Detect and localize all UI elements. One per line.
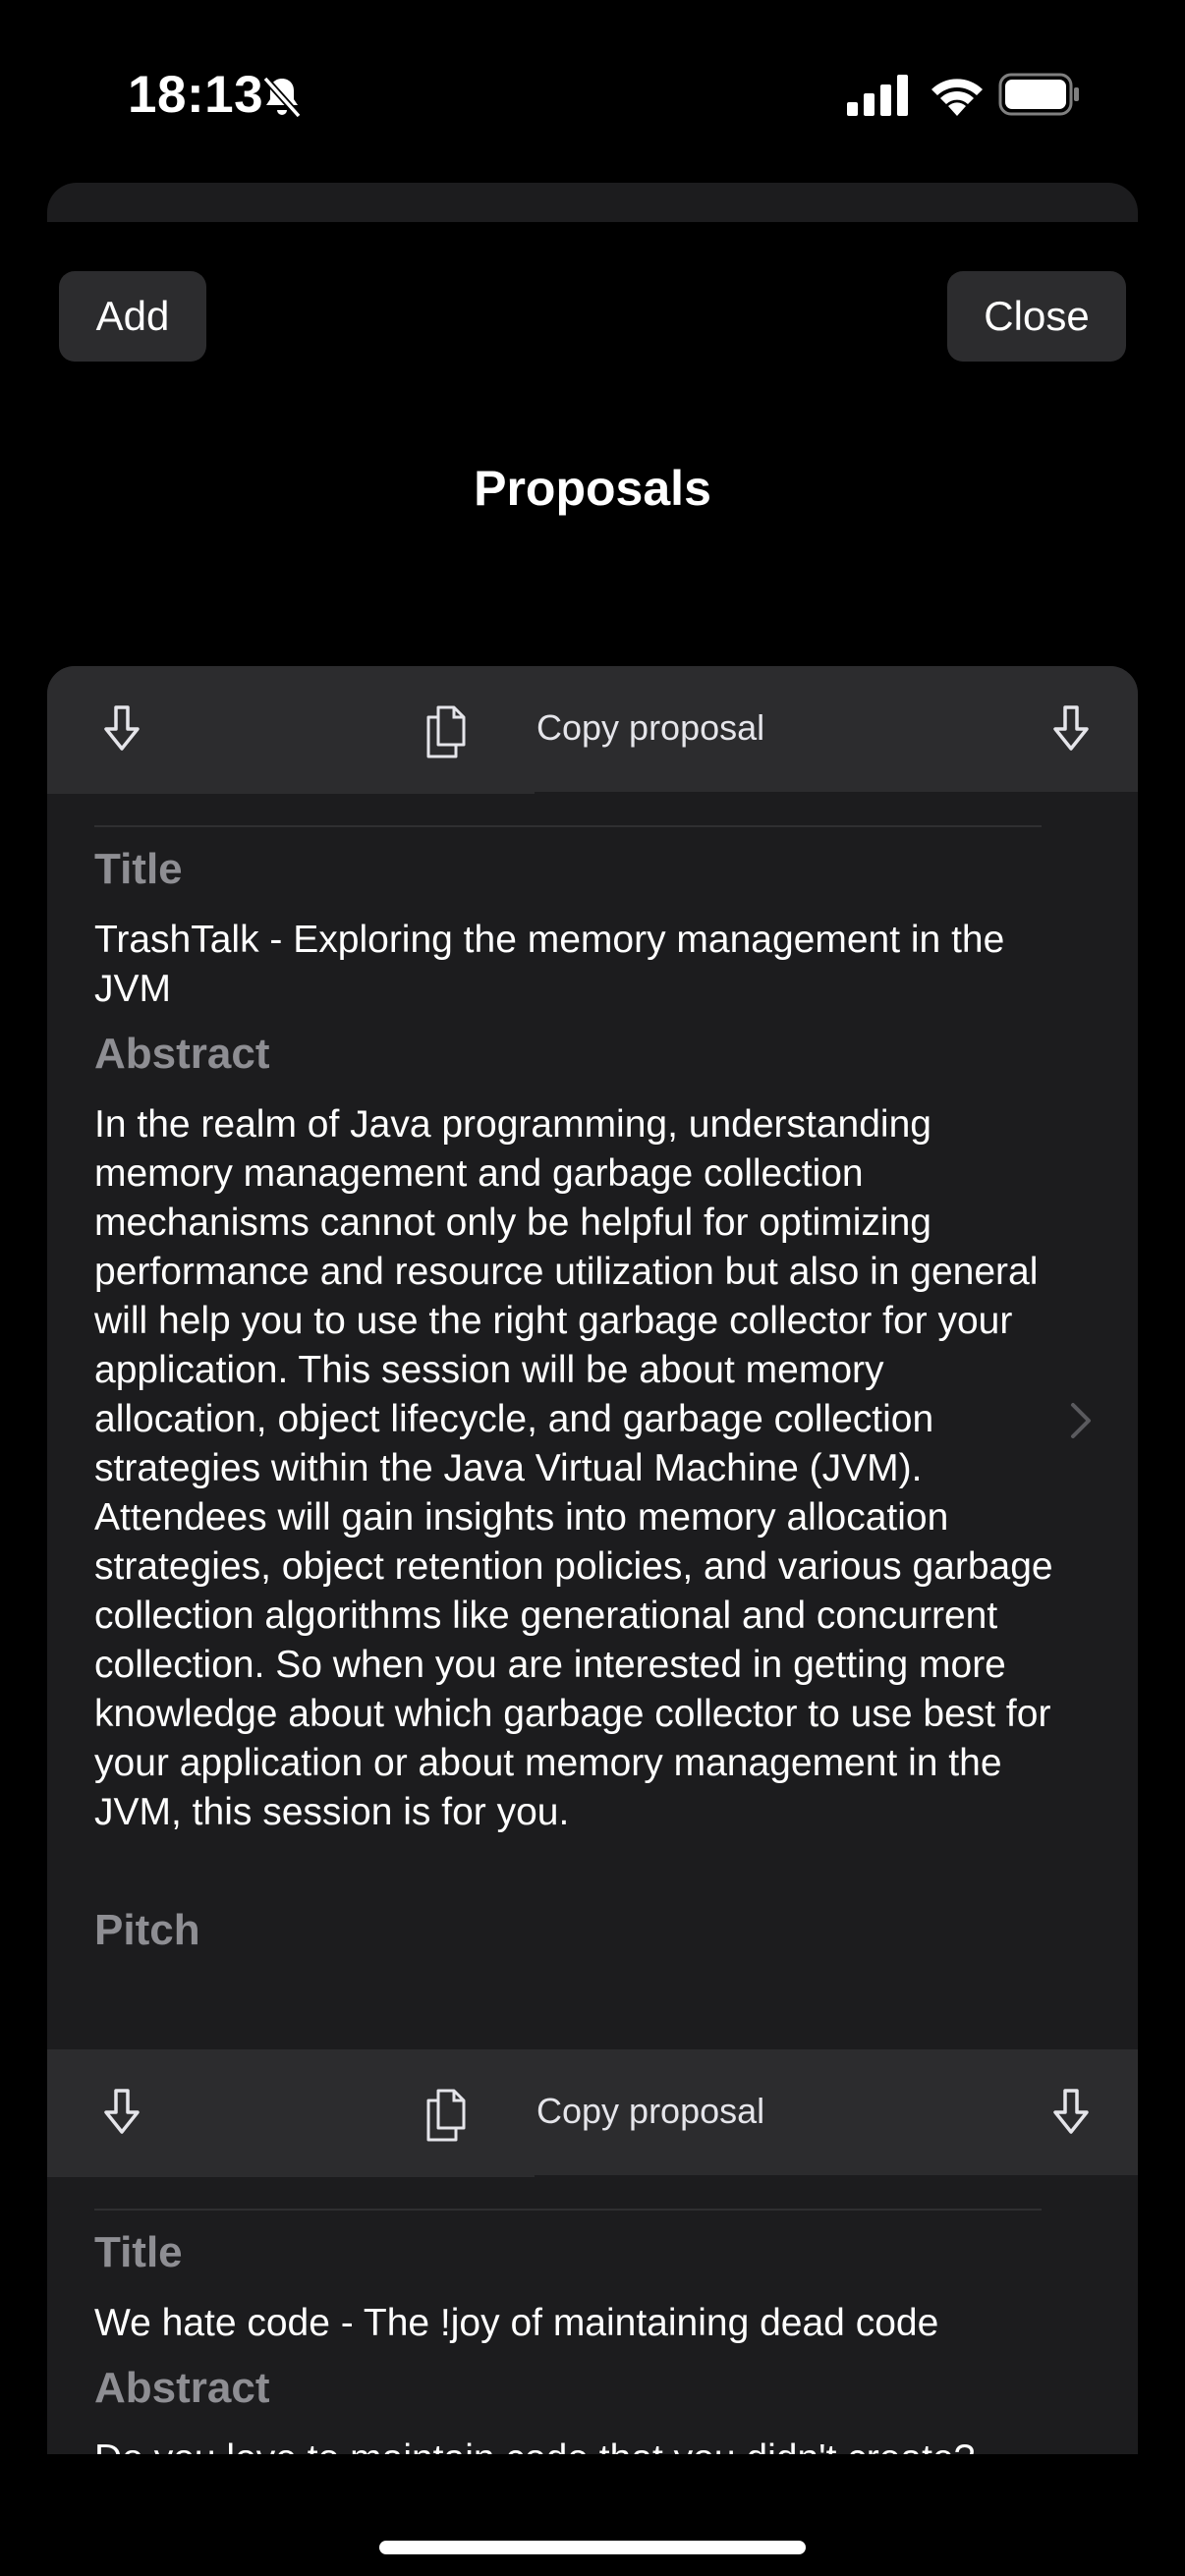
copy-proposal-button[interactable]: Copy proposal	[536, 707, 764, 749]
toolbar-divider	[535, 792, 1138, 794]
proposal-toolbar: Copy proposal	[47, 666, 1138, 794]
abstract-label: Abstract	[94, 2364, 270, 2412]
chevron-right-icon[interactable]	[1069, 1401, 1093, 1440]
toolbar-divider	[535, 2175, 1138, 2177]
close-button[interactable]: Close	[947, 271, 1126, 362]
proposal-title: We hate code - The !joy of maintaining d…	[94, 2302, 939, 2344]
screen: 18:13 Add Close Proposals Copy proposal …	[0, 0, 1185, 2576]
home-indicator[interactable]	[379, 2541, 806, 2554]
proposals-list: Copy proposal Title TrashTalk - Explorin…	[47, 666, 1138, 2454]
copy-icon[interactable]	[424, 2083, 478, 2144]
title-label: Title	[94, 2228, 183, 2276]
wifi-icon	[931, 79, 983, 116]
bell-slash-icon	[262, 76, 302, 119]
proposal-title: TrashTalk - Exploring the memory managem…	[94, 919, 1005, 1010]
download-arrow-icon[interactable]	[94, 701, 149, 756]
proposal-abstract: In the realm of Java programming, unders…	[94, 1103, 1053, 1833]
divider	[94, 825, 1042, 827]
abstract-label: Abstract	[94, 1030, 270, 1078]
divider	[94, 2209, 1042, 2211]
download-arrow-icon[interactable]	[1044, 701, 1099, 756]
copy-icon[interactable]	[424, 700, 478, 760]
page-title: Proposals	[474, 461, 711, 516]
copy-proposal-button[interactable]: Copy proposal	[536, 2091, 764, 2132]
download-arrow-icon[interactable]	[94, 2085, 149, 2140]
sheet-background-peek	[47, 183, 1138, 222]
download-arrow-icon[interactable]	[1044, 2085, 1099, 2140]
battery-icon	[998, 73, 1079, 116]
proposal-abstract: Do you love to maintain code that you di…	[94, 2435, 1077, 2454]
status-time: 18:13	[128, 66, 264, 124]
title-label: Title	[94, 845, 183, 893]
status-bar: 18:13	[0, 0, 1185, 177]
cellular-signal-icon	[847, 75, 908, 116]
proposal-toolbar: Copy proposal	[47, 2049, 1138, 2177]
pitch-label: Pitch	[94, 1906, 200, 1954]
add-button[interactable]: Add	[59, 271, 206, 362]
